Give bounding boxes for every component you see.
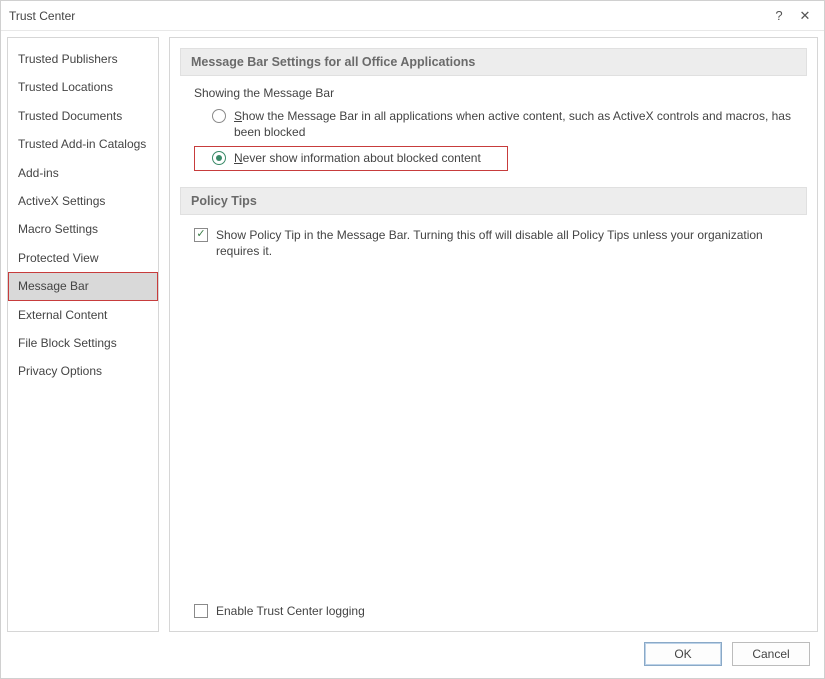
window-title: Trust Center <box>9 9 75 23</box>
sidebar: Trusted Publishers Trusted Locations Tru… <box>7 37 159 632</box>
sidebar-item-external-content[interactable]: External Content <box>8 302 158 328</box>
radio-show-messagebar[interactable]: Show the Message Bar in all applications… <box>194 106 797 144</box>
checkbox-show-policytip-label: Show Policy Tip in the Message Bar. Turn… <box>216 227 797 259</box>
checkbox-enable-logging[interactable]: Enable Trust Center logging <box>180 603 807 619</box>
content-pane: Message Bar Settings for all Office Appl… <box>169 37 818 632</box>
dialog-footer: OK Cancel <box>1 632 824 678</box>
radio-icon[interactable] <box>212 151 226 165</box>
titlebar: Trust Center ? ✕ <box>1 1 824 31</box>
messagebar-subheading: Showing the Message Bar <box>194 86 797 100</box>
sidebar-item-trusted-addin-catalogs[interactable]: Trusted Add-in Catalogs <box>8 131 158 157</box>
sidebar-item-macro-settings[interactable]: Macro Settings <box>8 216 158 242</box>
radio-never-show-label: Never show information about blocked con… <box>234 150 481 166</box>
checkbox-icon[interactable] <box>194 228 208 242</box>
ok-button[interactable]: OK <box>644 642 722 666</box>
sidebar-item-file-block-settings[interactable]: File Block Settings <box>8 330 158 356</box>
checkbox-enable-logging-label: Enable Trust Center logging <box>216 603 807 619</box>
sidebar-item-trusted-publishers[interactable]: Trusted Publishers <box>8 46 158 72</box>
radio-show-messagebar-label: Show the Message Bar in all applications… <box>234 108 797 140</box>
help-icon[interactable]: ? <box>766 5 792 27</box>
sidebar-item-addins[interactable]: Add-ins <box>8 160 158 186</box>
sidebar-item-message-bar[interactable]: Message Bar <box>8 272 158 300</box>
checkbox-icon[interactable] <box>194 604 208 618</box>
checkbox-show-policytip[interactable]: Show Policy Tip in the Message Bar. Turn… <box>194 225 797 263</box>
sidebar-item-trusted-locations[interactable]: Trusted Locations <box>8 74 158 100</box>
dialog-body: Trusted Publishers Trusted Locations Tru… <box>1 31 824 632</box>
trust-center-window: Trust Center ? ✕ Trusted Publishers Trus… <box>0 0 825 679</box>
sidebar-item-protected-view[interactable]: Protected View <box>8 245 158 271</box>
close-icon[interactable]: ✕ <box>792 5 818 27</box>
section-header-policytips: Policy Tips <box>180 187 807 215</box>
sidebar-item-trusted-documents[interactable]: Trusted Documents <box>8 103 158 129</box>
section-body-messagebar: Showing the Message Bar Show the Message… <box>180 76 807 187</box>
radio-never-show[interactable]: Never show information about blocked con… <box>194 146 508 170</box>
section-body-policytips: Show Policy Tip in the Message Bar. Turn… <box>180 215 807 275</box>
cancel-button[interactable]: Cancel <box>732 642 810 666</box>
sidebar-item-activex-settings[interactable]: ActiveX Settings <box>8 188 158 214</box>
radio-never-show-wrapper: Never show information about blocked con… <box>194 144 797 174</box>
radio-icon[interactable] <box>212 109 226 123</box>
section-header-messagebar: Message Bar Settings for all Office Appl… <box>180 48 807 76</box>
sidebar-item-privacy-options[interactable]: Privacy Options <box>8 358 158 384</box>
